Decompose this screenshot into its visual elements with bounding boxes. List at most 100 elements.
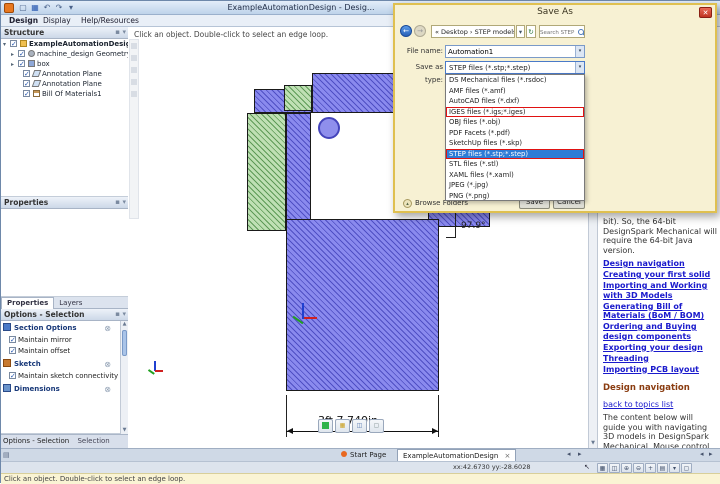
footer-panel-name[interactable]: Options - Selection: [3, 437, 69, 445]
checkbox[interactable]: [9, 347, 16, 354]
tree-item-label[interactable]: box: [37, 60, 50, 68]
file-type-option[interactable]: JPEG (*.jpg): [446, 180, 584, 191]
help-link[interactable]: Design navigation: [603, 259, 717, 269]
visibility-checkbox[interactable]: [23, 80, 30, 87]
zoom-in-icon[interactable]: ⊕: [621, 463, 632, 473]
file-type-option-iges[interactable]: IGES files (*.igs;*.iges): [446, 107, 584, 118]
tree-item-bom[interactable]: Bill Of Materials1: [1, 89, 128, 99]
file-type-option[interactable]: DS Mechanical files (*.rsdoc): [446, 75, 584, 86]
options-group-section[interactable]: Section Options⊗: [1, 323, 113, 334]
help-link[interactable]: Threading: [603, 354, 717, 364]
file-name-input[interactable]: [448, 47, 572, 57]
angle-dimension[interactable]: 97.9°: [461, 221, 486, 231]
help-link[interactable]: Generating Bill of Materials (BoM / BOM): [603, 302, 717, 321]
search-box[interactable]: [539, 25, 585, 38]
new-doc-icon[interactable]: ▢: [18, 3, 28, 13]
help-link[interactable]: Exporting your design: [603, 343, 717, 353]
help-link[interactable]: Importing PCB layout: [603, 365, 717, 375]
option-maintain-offset[interactable]: Maintain offset: [1, 346, 113, 357]
tree-item-label[interactable]: Annotation Plane: [42, 80, 102, 88]
zoom-out-icon[interactable]: ⊖: [633, 463, 644, 473]
ghost-toolbar[interactable]: [129, 39, 139, 219]
breadcrumb[interactable]: « Desktop › STEP models: [431, 25, 515, 38]
pin-icon[interactable]: ▪ ▾: [115, 27, 126, 38]
save-icon[interactable]: ▦: [30, 3, 40, 13]
refresh-icon[interactable]: ↻: [526, 25, 536, 38]
dialog-titlebar[interactable]: Save As ✕: [395, 5, 715, 21]
visibility-checkbox[interactable]: [23, 70, 30, 77]
visibility-checkbox[interactable]: [10, 40, 17, 47]
panel-scroll-right-icon[interactable]: ▸: [709, 450, 713, 458]
part-face-left-column[interactable]: [286, 113, 311, 221]
options-group-sketch[interactable]: Sketch⊗: [1, 359, 113, 370]
scroll-up-icon[interactable]: ▲: [121, 321, 128, 328]
pin-icon[interactable]: ▪ ▾: [115, 309, 126, 320]
tree-item-label[interactable]: ExampleAutomationDesign: [29, 40, 136, 48]
file-type-option[interactable]: AMF files (*.amf): [446, 86, 584, 97]
tab-scroll-left-icon[interactable]: ◂: [567, 450, 571, 458]
part-face-green-insert[interactable]: [284, 85, 312, 111]
pin-icon[interactable]: ▪ ▾: [115, 197, 126, 208]
expander-icon[interactable]: [3, 40, 10, 50]
grid-icon[interactable]: ▤: [657, 463, 668, 473]
orientation-triad[interactable]: [292, 303, 318, 329]
options-scrollbar[interactable]: ▲ ▼: [120, 321, 128, 434]
file-type-option[interactable]: OBJ files (*.obj): [446, 117, 584, 128]
option-maintain-mirror[interactable]: Maintain mirror: [1, 335, 113, 346]
file-type-option[interactable]: SketchUp files (*.skp): [446, 138, 584, 149]
plan-view-button[interactable]: ▦: [335, 419, 350, 433]
undo-icon[interactable]: ↶: [42, 3, 52, 13]
collapse-group-icon[interactable]: ⊗: [104, 384, 111, 395]
expander-icon[interactable]: [11, 60, 18, 70]
tree-item-label[interactable]: Bill Of Materials1: [42, 90, 102, 98]
visibility-checkbox[interactable]: [23, 90, 30, 97]
visibility-checkbox[interactable]: [18, 50, 25, 57]
tab-scroll-right-icon[interactable]: ▸: [578, 450, 582, 458]
tree-item-label[interactable]: machine_design Geometry: [37, 50, 131, 58]
scrollbar-thumb[interactable]: [122, 330, 127, 356]
visibility-checkbox[interactable]: [18, 60, 25, 67]
help-link[interactable]: Ordering and Buying design components: [603, 322, 717, 341]
shaded-view-icon[interactable]: ▦: [597, 463, 608, 473]
file-type-option[interactable]: PNG (*.png): [446, 191, 584, 202]
browse-folders-icon[interactable]: ▴: [403, 199, 412, 208]
back-to-topics-link[interactable]: back to topics list: [603, 400, 673, 409]
back-button[interactable]: ←: [400, 25, 412, 37]
file-type-option[interactable]: AutoCAD files (*.dxf): [446, 96, 584, 107]
close-icon[interactable]: ✕: [699, 7, 712, 18]
chevron-down-icon[interactable]: ▾: [575, 62, 584, 73]
file-type-option-step-selected[interactable]: STEP files (*.stp;*.step): [446, 149, 584, 160]
checkbox[interactable]: [9, 372, 16, 379]
panel-scroll-left-icon[interactable]: ◂: [700, 450, 704, 458]
checkbox[interactable]: [9, 336, 16, 343]
forward-button[interactable]: →: [414, 25, 426, 37]
search-icon[interactable]: [578, 29, 584, 35]
file-name-combo[interactable]: ▾: [445, 45, 585, 58]
redo-icon[interactable]: ↷: [54, 3, 64, 13]
part-face-green-wall[interactable]: [247, 113, 286, 231]
section-view-button[interactable]: [318, 419, 333, 433]
file-type-option[interactable]: XAML files (*.xaml): [446, 170, 584, 181]
save-as-type-combo[interactable]: STEP files (*.stp;*.step) ▾: [445, 61, 585, 74]
menu-design[interactable]: Design: [9, 15, 38, 26]
select-cursor-icon[interactable]: ↖: [584, 463, 590, 471]
fit-view-icon[interactable]: ▢: [681, 463, 692, 473]
help-link[interactable]: Creating your first solid: [603, 270, 717, 280]
tree-item-geometry[interactable]: machine_design Geometry: [1, 49, 128, 59]
quickbar-more-icon[interactable]: ▾: [66, 3, 76, 13]
menu-display[interactable]: Display: [43, 15, 71, 26]
options-group-dimensions[interactable]: Dimensions⊗: [1, 384, 113, 395]
scroll-down-icon[interactable]: ▼: [589, 440, 597, 447]
view-options-icon[interactable]: ▾: [669, 463, 680, 473]
split-view-icon[interactable]: ◫: [609, 463, 620, 473]
collapse-group-icon[interactable]: ⊗: [104, 359, 111, 370]
scroll-down-icon[interactable]: ▼: [121, 427, 128, 434]
menu-help-resources[interactable]: Help/Resources: [81, 15, 139, 26]
tree-item-box[interactable]: box: [1, 59, 128, 69]
tree-item-annotation-plane[interactable]: Annotation Plane: [1, 79, 128, 89]
search-input[interactable]: [540, 28, 576, 39]
chevron-down-icon[interactable]: ▾: [575, 46, 584, 57]
tree-item-design[interactable]: ExampleAutomationDesign: [1, 39, 128, 49]
grid-toggle-button[interactable]: ◫: [352, 419, 367, 433]
collapse-group-icon[interactable]: ⊗: [104, 323, 111, 334]
